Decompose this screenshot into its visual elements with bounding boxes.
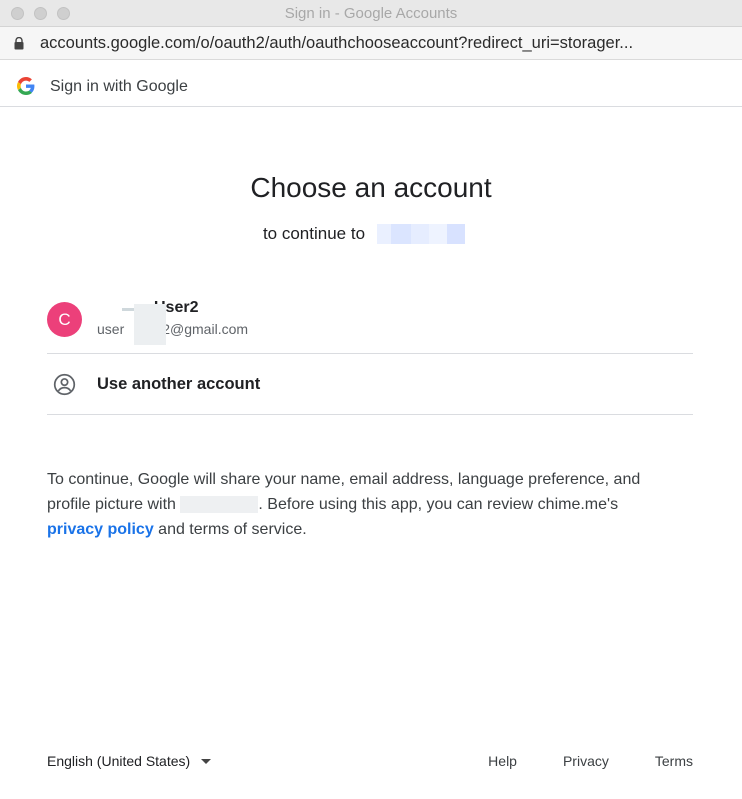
disclosure-line-3: privacy policy and terms of service. — [47, 517, 697, 542]
redacted-app-name-inline — [180, 496, 259, 514]
subtitle-text: to continue to — [262, 224, 366, 243]
redacted-app-name — [369, 224, 480, 244]
consent-disclosure: To continue, Google will share your name… — [47, 467, 697, 542]
header-title: Sign in with Google — [50, 78, 188, 95]
caret-down-icon — [201, 758, 212, 764]
avatar: C — [47, 302, 82, 337]
footer-links: Help Privacy Terms — [442, 753, 693, 769]
window-title: Sign in - Google Accounts — [284, 5, 458, 22]
account-list-item[interactable]: C User2 user 2@gmail.com — [47, 290, 693, 354]
help-link[interactable]: Help — [488, 753, 517, 769]
use-another-account-button[interactable]: Use another account — [47, 354, 693, 415]
disclosure-text-cont: . Before using this app, you can review … — [258, 496, 619, 513]
page-subtitle: to continue to — [0, 224, 742, 244]
use-another-account-label: Use another account — [97, 375, 261, 393]
address-bar[interactable]: accounts.google.com/o/oauth2/auth/oauthc… — [0, 27, 742, 60]
account-circle-icon — [53, 373, 76, 396]
disclosure-text: profile picture with — [47, 496, 176, 513]
window-titlebar: Sign in - Google Accounts — [0, 0, 742, 27]
disclosure-text-end: and terms of service. — [153, 521, 307, 538]
url-text[interactable]: accounts.google.com/o/oauth2/auth/oauthc… — [40, 34, 730, 53]
privacy-policy-link[interactable]: privacy policy — [47, 521, 154, 538]
terms-link[interactable]: Terms — [655, 753, 693, 769]
redacted-email-part — [134, 304, 166, 345]
google-logo-icon — [17, 77, 35, 95]
page-title: Choose an account — [250, 172, 492, 203]
privacy-link[interactable]: Privacy — [563, 753, 609, 769]
account-email-prefix: user — [97, 321, 125, 337]
language-selector[interactable]: English (United States) — [47, 753, 212, 769]
disclosure-line-1: To continue, Google will share your name… — [47, 471, 641, 488]
google-signin-header: Sign in with Google — [0, 61, 742, 107]
disclosure-line-2: profile picture with . Before using this… — [47, 492, 697, 517]
language-label: English (United States) — [47, 753, 191, 769]
account-email: user 2@gmail.com — [97, 321, 248, 337]
lock-icon — [14, 37, 24, 50]
account-email-suffix: 2@gmail.com — [162, 321, 249, 337]
footer: English (United States) Help Privacy Ter… — [47, 752, 693, 776]
